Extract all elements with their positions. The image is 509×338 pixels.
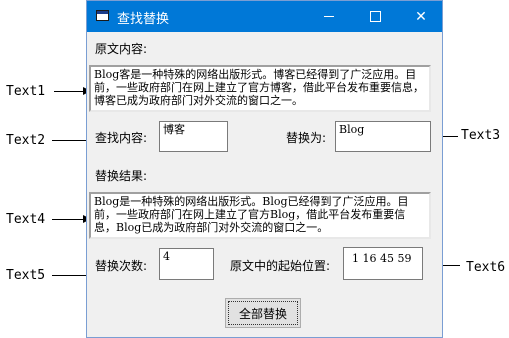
- text1-original-textbox[interactable]: Blog客是一种特殊的网络出版形式。博客已经得到了广泛应用。目前，一些政府部门在…: [89, 65, 431, 112]
- find-label: 查找内容:: [95, 131, 148, 145]
- maximize-button[interactable]: [352, 1, 398, 32]
- positions-label: 原文中的起始位置:: [230, 259, 331, 273]
- text6-positions-field[interactable]: 1 16 45 59: [343, 247, 423, 280]
- text2-value: 博客: [163, 123, 185, 136]
- annotation-text1: Text1: [6, 84, 46, 99]
- annotation-text4: Text4: [6, 212, 46, 227]
- annotation-text3: Text3: [461, 128, 501, 143]
- replace-all-label: 全部替换: [238, 306, 287, 321]
- form-icon: [96, 10, 109, 21]
- text2-find-input[interactable]: 博客: [159, 121, 228, 152]
- text5-count-field[interactable]: 4: [159, 248, 214, 280]
- text5-value: 4: [163, 250, 170, 263]
- count-label: 替换次数:: [95, 259, 148, 273]
- text4-value: Blog是一种特殊的网络出版形式。Blog已经得到了广泛应用。目前，一些政府部门…: [94, 195, 409, 234]
- arrow-text4: [52, 215, 91, 223]
- text6-value: 1 16 45 59: [352, 252, 412, 265]
- title-bar[interactable]: 查找替换 ✕: [87, 1, 442, 32]
- minimize-button[interactable]: [306, 1, 352, 32]
- minimize-icon: [324, 16, 334, 17]
- window-title: 查找替换: [117, 12, 170, 27]
- find-replace-window: 查找替换 ✕ 原文内容: Blog客是一种特殊的网络出版形式。博客已经得到了广泛…: [86, 0, 443, 338]
- arrow-text1: [54, 87, 91, 95]
- maximize-icon: [369, 11, 381, 22]
- text4-result-textbox[interactable]: Blog是一种特殊的网络出版形式。Blog已经得到了广泛应用。目前，一些政府部门…: [89, 192, 431, 239]
- text3-value: Blog: [339, 123, 365, 136]
- annotation-text5: Text5: [6, 268, 46, 283]
- annotation-text2: Text2: [6, 133, 46, 148]
- result-label: 替换结果:: [95, 169, 148, 183]
- close-icon: ✕: [415, 8, 427, 25]
- replace-all-button[interactable]: 全部替换: [225, 298, 301, 328]
- original-label: 原文内容:: [95, 42, 148, 56]
- replace-label: 替换为:: [286, 131, 327, 145]
- annotation-text6: Text6: [466, 260, 506, 275]
- text1-value: Blog客是一种特殊的网络出版形式。博客已经得到了广泛应用。目前，一些政府部门在…: [94, 68, 424, 107]
- close-button[interactable]: ✕: [398, 1, 444, 32]
- text3-replace-input[interactable]: Blog: [335, 121, 431, 152]
